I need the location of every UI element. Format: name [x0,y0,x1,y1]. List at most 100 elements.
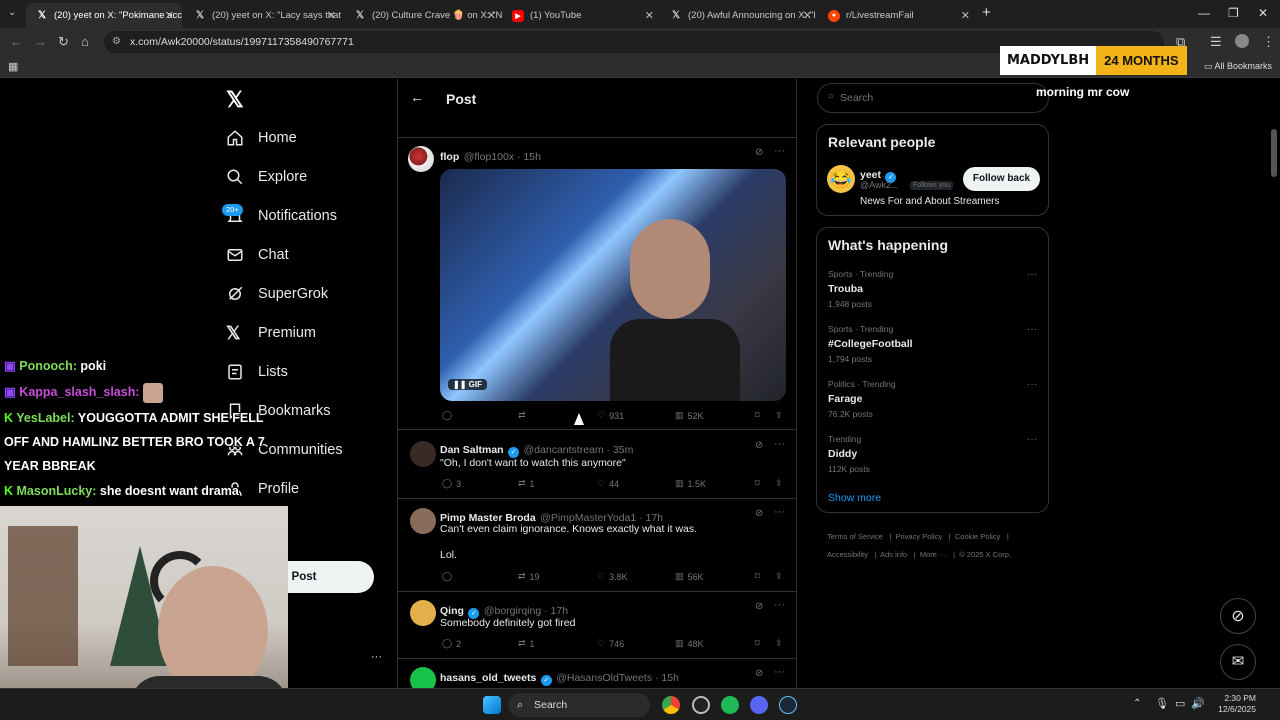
tweet-author[interactable]: flop [440,151,459,163]
more-icon[interactable]: ⋮ [1262,34,1275,50]
window-close-icon[interactable]: ✕ [1258,6,1268,20]
avatar[interactable]: 😂 [827,165,855,193]
accessibility-link[interactable]: Accessibility [827,550,868,559]
avatar[interactable] [410,441,436,467]
home-icon[interactable]: ⌂ [81,34,89,49]
reply-button[interactable]: ◯ [442,410,452,421]
more-icon[interactable]: ··· [774,438,785,450]
close-icon[interactable]: ✕ [803,9,812,22]
tab-search-icon[interactable]: ⌄ [8,7,16,18]
share-button[interactable]: ⇪ [775,638,783,649]
grok-icon[interactable]: ⊘ [755,601,763,612]
back-arrow-icon[interactable]: ← [410,89,424,105]
nav-chat[interactable]: Chat [226,243,289,267]
nav-home[interactable]: Home [226,126,297,150]
volume-icon[interactable]: 🔊 [1191,697,1205,710]
tweet-handle[interactable]: @borgirqing · 17h [484,605,568,617]
privacy-link[interactable]: Privacy Policy [896,532,943,541]
more-icon[interactable]: ··· [1027,434,1037,445]
grok-icon[interactable]: ⊘ [755,147,763,158]
tweet-author[interactable]: Dan Saltman [440,444,504,456]
forward-icon[interactable]: → [34,34,47,49]
tweet-author[interactable]: hasans_old_tweets [440,672,536,684]
minimize-icon[interactable]: — [1198,6,1210,20]
terms-link[interactable]: Terms of Service [827,532,883,541]
close-icon[interactable]: ✕ [165,9,174,22]
like-button[interactable]: ♡ 3.8K [597,571,628,582]
more-icon[interactable]: ··· [1027,269,1037,280]
nav-explore[interactable]: Explore [226,165,307,189]
tab-1[interactable]: 𝕏 (20) yeet on X: "Pokimane acci ✕ [26,3,182,28]
close-icon[interactable]: ✕ [961,9,970,22]
microphone-icon[interactable]: 🎙 [1155,697,1169,710]
show-more-link[interactable]: Show more [828,492,881,504]
tray-chevron-icon[interactable]: ⌃ [1133,698,1141,709]
more-icon[interactable]: ··· [1027,324,1037,335]
tweet-handle[interactable]: @flop100x · 15h [464,151,541,163]
reply-button[interactable]: ◯ [442,571,452,582]
ads-info-link[interactable]: Ads info [880,550,907,559]
site-info-icon[interactable]: ⚙ [112,31,121,53]
back-icon[interactable]: ← [10,34,23,49]
account-more-icon[interactable]: ··· [371,651,382,663]
nav-supergrok[interactable]: SuperGrok [226,282,328,306]
follow-back-button[interactable]: Follow back [963,167,1040,191]
like-button[interactable]: ♡ 44 [597,478,619,489]
tweet-handle[interactable]: @dancantstream · 35m [524,444,634,456]
grok-icon[interactable]: ⊘ [755,508,763,519]
nav-premium[interactable]: 𝕏 Premium [226,321,316,345]
trend-item[interactable]: Sports · Trending Trouba 1,948 posts ··· [828,269,1038,309]
tweet-gif-media[interactable]: ❚❚ GIF [440,169,786,401]
retweet-button[interactable]: ⇄ 1 [518,478,535,489]
more-icon[interactable]: ··· [774,145,785,157]
trend-item[interactable]: Politics · Trending Farage 76.2K posts ·… [828,379,1038,419]
gif-badge[interactable]: ❚❚ GIF [448,379,487,390]
new-tab-button[interactable]: + [982,4,991,21]
bookmark-button[interactable]: ⌑ [755,478,760,489]
share-button[interactable]: ⇪ [775,410,783,421]
spotify-icon[interactable] [721,696,739,714]
retweet-button[interactable]: ⇄ [518,410,526,421]
nav-lists[interactable]: Lists [226,360,288,384]
tab-2[interactable]: 𝕏 (20) yeet on X: "Lacy says that I ✕ [184,3,344,28]
like-button[interactable]: ♡ 746 [597,638,624,649]
reply-button[interactable]: ◯ 2 [442,638,461,649]
scrollbar-thumb[interactable] [1271,129,1277,177]
chrome-icon[interactable] [662,696,680,714]
share-button[interactable]: ⇪ [775,571,783,582]
cookie-link[interactable]: Cookie Policy [955,532,1000,541]
grok-icon[interactable]: ⊘ [755,668,763,679]
search-input[interactable]: ○ Search [817,83,1049,113]
close-icon[interactable]: ✕ [487,9,496,22]
avatar[interactable] [410,667,436,688]
reply-button[interactable]: ◯ 3 [442,478,461,489]
tab-5[interactable]: 𝕏 (20) Awful Announcing on X: "I ✕ [660,3,820,28]
views-button[interactable]: ▥ 48K [675,638,704,649]
close-icon[interactable]: ✕ [645,9,654,22]
avatar[interactable] [410,508,436,534]
windows-start-icon[interactable] [483,696,501,714]
x-logo-icon[interactable]: 𝕏 [226,87,244,113]
grok-icon[interactable]: ⊘ [755,440,763,451]
obs-icon[interactable] [692,696,710,714]
avatar[interactable] [410,600,436,626]
tab-6[interactable]: ● r/LivestreamFail ✕ [818,3,978,28]
restore-icon[interactable]: ❐ [1228,6,1239,20]
more-icon[interactable]: ··· [774,666,785,678]
bookmark-button[interactable]: ⌑ [755,410,760,421]
views-button[interactable]: ▥ 56K [675,571,704,582]
tab-4[interactable]: ▶ (1) YouTube ✕ [502,3,662,28]
bookmark-button[interactable]: ⌑ [755,638,760,649]
bookmark-button[interactable]: ⌑ [755,571,760,582]
tweet-author[interactable]: Qing [440,605,464,617]
retweet-button[interactable]: ⇄ 19 [518,571,540,582]
grok-fab[interactable]: ⊘ [1220,598,1256,634]
clock[interactable]: 2:30 PM 12/6/2025 [1212,693,1256,715]
trend-item[interactable]: Trending Diddy 112K posts ··· [828,434,1038,474]
like-button[interactable]: ♡ 931 [597,410,624,421]
menu-icon[interactable]: ☰ [1210,34,1222,50]
more-icon[interactable]: ··· [774,506,785,518]
more-icon[interactable]: ··· [1027,379,1037,390]
profile-avatar[interactable] [1235,34,1249,48]
messages-fab[interactable]: ✉ [1220,644,1256,680]
